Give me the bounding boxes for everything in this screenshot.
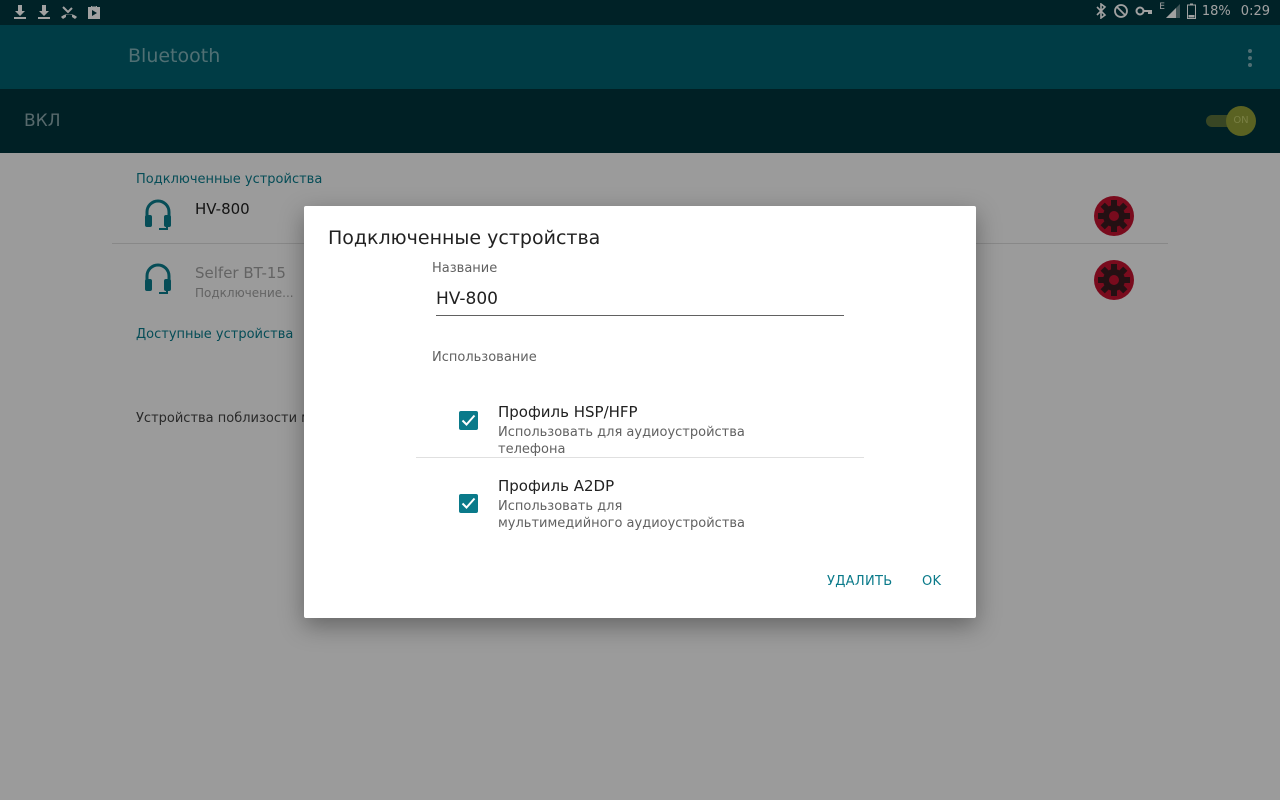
checkbox-checked[interactable] [459, 411, 478, 430]
profile-subtitle: Использовать для мультимедийного аудиоус… [498, 499, 746, 531]
checkbox-checked[interactable] [459, 494, 478, 513]
ok-button[interactable]: OK [922, 574, 941, 589]
dialog-title: Подключенные устройства [328, 227, 601, 249]
name-label: Название [432, 261, 498, 276]
device-name-input[interactable] [436, 286, 844, 316]
delete-button[interactable]: УДАЛИТЬ [827, 574, 892, 589]
divider [416, 457, 864, 458]
profile-title: Профиль HSP/HFP [498, 403, 638, 421]
profile-title: Профиль A2DP [498, 477, 615, 495]
usage-label: Использование [432, 350, 537, 365]
profile-hsp-hfp[interactable]: Профиль HSP/HFP Использовать для аудиоус… [416, 401, 864, 457]
profile-subtitle: Использовать для аудиоустройства телефон… [498, 425, 745, 457]
device-settings-dialog: Подключенные устройства Название Использ… [304, 206, 976, 618]
profile-a2dp[interactable]: Профиль A2DP Использовать для мультимеди… [416, 475, 864, 535]
